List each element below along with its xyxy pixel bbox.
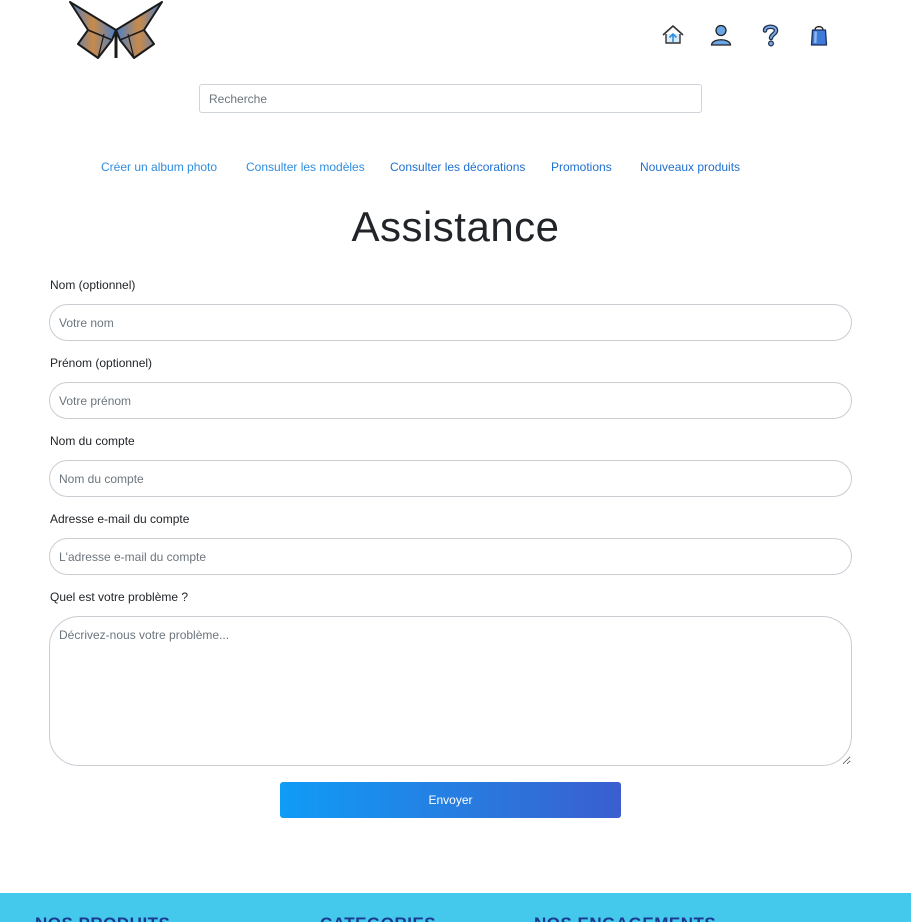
page-title: Assistance [351,203,560,250]
nav-link-promotions[interactable]: Promotions [551,160,612,174]
nav-link-create-album[interactable]: Créer un album photo [101,160,217,174]
first-name-field[interactable] [49,382,852,419]
butterfly-logo[interactable] [68,0,164,62]
main-nav: Créer un album photo Consulter les modèl… [0,160,911,178]
first-name-label: Prénom (optionnel) [50,356,153,370]
footer-heading-commitments: NOS ENGAGEMENTS [534,914,716,922]
account-email-label: Adresse e-mail du compte [50,512,190,526]
footer: NOS PRODUITS CATEGORIES NOS ENGAGEMENTS [0,893,911,922]
nav-link-decorations[interactable]: Consulter les décorations [390,160,525,174]
account-name-field[interactable] [49,460,852,497]
submit-button[interactable]: Envoyer [280,782,621,818]
user-icon[interactable] [708,22,734,48]
home-icon[interactable] [660,22,686,48]
cart-bag-icon[interactable] [806,22,832,48]
last-name-label: Nom (optionnel) [50,278,136,292]
footer-heading-products: NOS PRODUITS [35,914,170,922]
nav-link-models[interactable]: Consulter les modèles [246,160,365,174]
header-icons [660,22,840,48]
account-email-field[interactable] [49,538,852,575]
help-icon[interactable] [757,22,783,48]
problem-textarea[interactable] [49,616,852,766]
last-name-field[interactable] [49,304,852,341]
nav-link-new-products[interactable]: Nouveaux produits [640,160,740,174]
search-input[interactable] [199,84,702,113]
account-name-label: Nom du compte [50,434,135,448]
footer-heading-categories: CATEGORIES [320,914,436,922]
problem-label: Quel est votre problème ? [50,590,189,604]
